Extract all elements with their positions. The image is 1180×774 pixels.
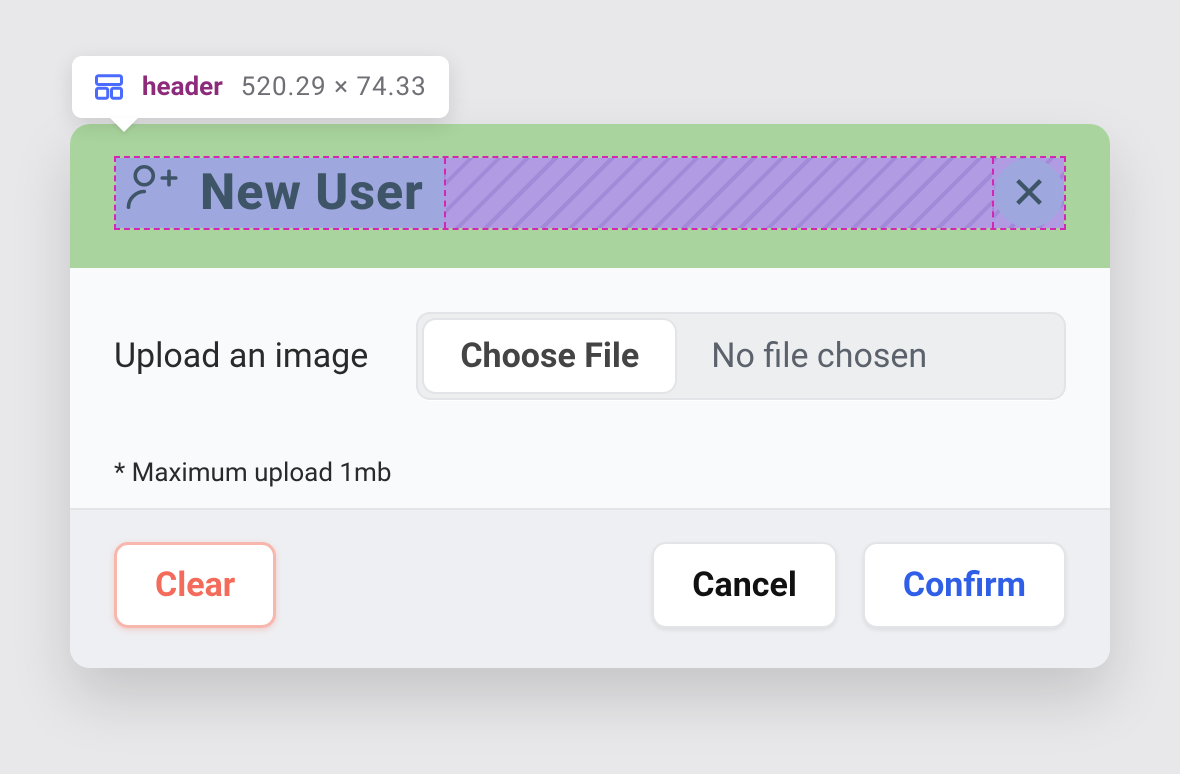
- tooltip-element-name: header: [142, 72, 223, 102]
- cancel-button[interactable]: Cancel: [652, 542, 837, 628]
- clear-button[interactable]: Clear: [114, 542, 276, 628]
- devtools-tooltip: header 520.29 × 74.33: [72, 56, 449, 118]
- add-user-icon: [124, 160, 178, 227]
- devtools-element-overlay: New User ✕: [114, 156, 1066, 230]
- flex-gap-overlay: [444, 158, 994, 228]
- modal-footer: Clear Cancel Confirm: [70, 508, 1110, 668]
- modal-title: New User: [200, 164, 424, 222]
- upload-label: Upload an image: [114, 336, 368, 376]
- new-user-modal: New User ✕ Upload an image Choose File N…: [70, 124, 1110, 668]
- modal-body: Upload an image Choose File No file chos…: [70, 268, 1110, 508]
- modal-header-content: New User: [116, 158, 444, 228]
- tooltip-dimensions: 520.29 × 74.33: [241, 72, 427, 102]
- confirm-button[interactable]: Confirm: [863, 542, 1066, 628]
- upload-hint: * Maximum upload 1mb: [114, 458, 1066, 488]
- close-button[interactable]: ✕: [994, 158, 1064, 228]
- file-input[interactable]: Choose File No file chosen: [416, 312, 1066, 400]
- close-icon: ✕: [1011, 167, 1048, 219]
- choose-file-button[interactable]: Choose File: [422, 318, 677, 394]
- file-status: No file chosen: [683, 312, 1066, 400]
- upload-row: Upload an image Choose File No file chos…: [114, 312, 1066, 400]
- layout-icon: [94, 72, 124, 102]
- modal-header: New User ✕: [70, 124, 1110, 268]
